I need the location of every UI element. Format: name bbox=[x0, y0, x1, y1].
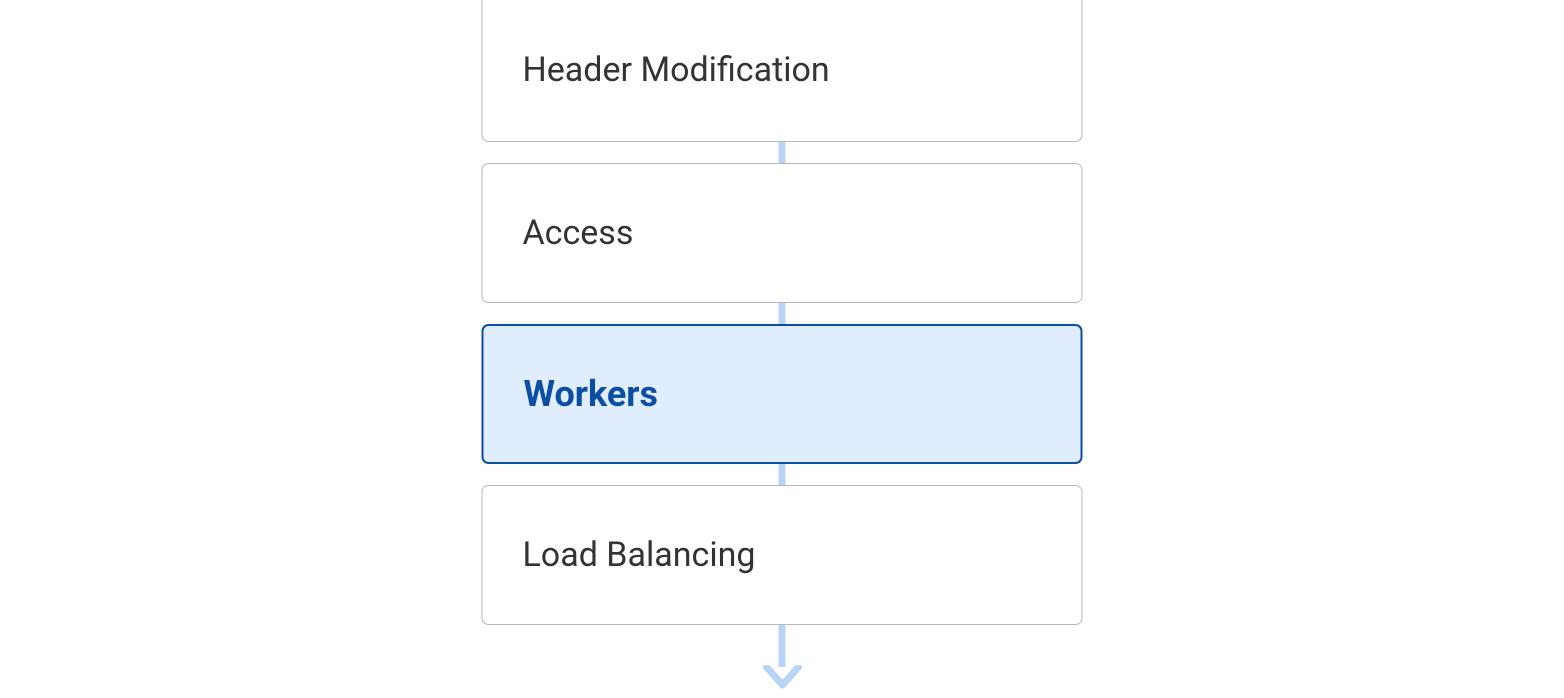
flow-box-workers: Workers bbox=[482, 324, 1083, 464]
flow-connector-line bbox=[779, 625, 786, 667]
flow-connector-arrow bbox=[762, 625, 802, 691]
arrow-down-icon bbox=[762, 665, 802, 691]
flow-connector bbox=[779, 464, 786, 485]
flow-diagram: Header Modification Access Workers Load … bbox=[482, 0, 1083, 691]
flow-connector bbox=[779, 142, 786, 163]
flow-box-access: Access bbox=[482, 163, 1083, 303]
flow-box-header-modification: Header Modification bbox=[482, 0, 1083, 142]
flow-box-label: Workers bbox=[524, 373, 658, 415]
flow-connector bbox=[779, 303, 786, 324]
flow-box-label: Load Balancing bbox=[523, 535, 756, 575]
flow-box-load-balancing: Load Balancing bbox=[482, 485, 1083, 625]
flow-box-label: Access bbox=[523, 213, 634, 253]
flow-box-label: Header Modification bbox=[523, 50, 830, 90]
